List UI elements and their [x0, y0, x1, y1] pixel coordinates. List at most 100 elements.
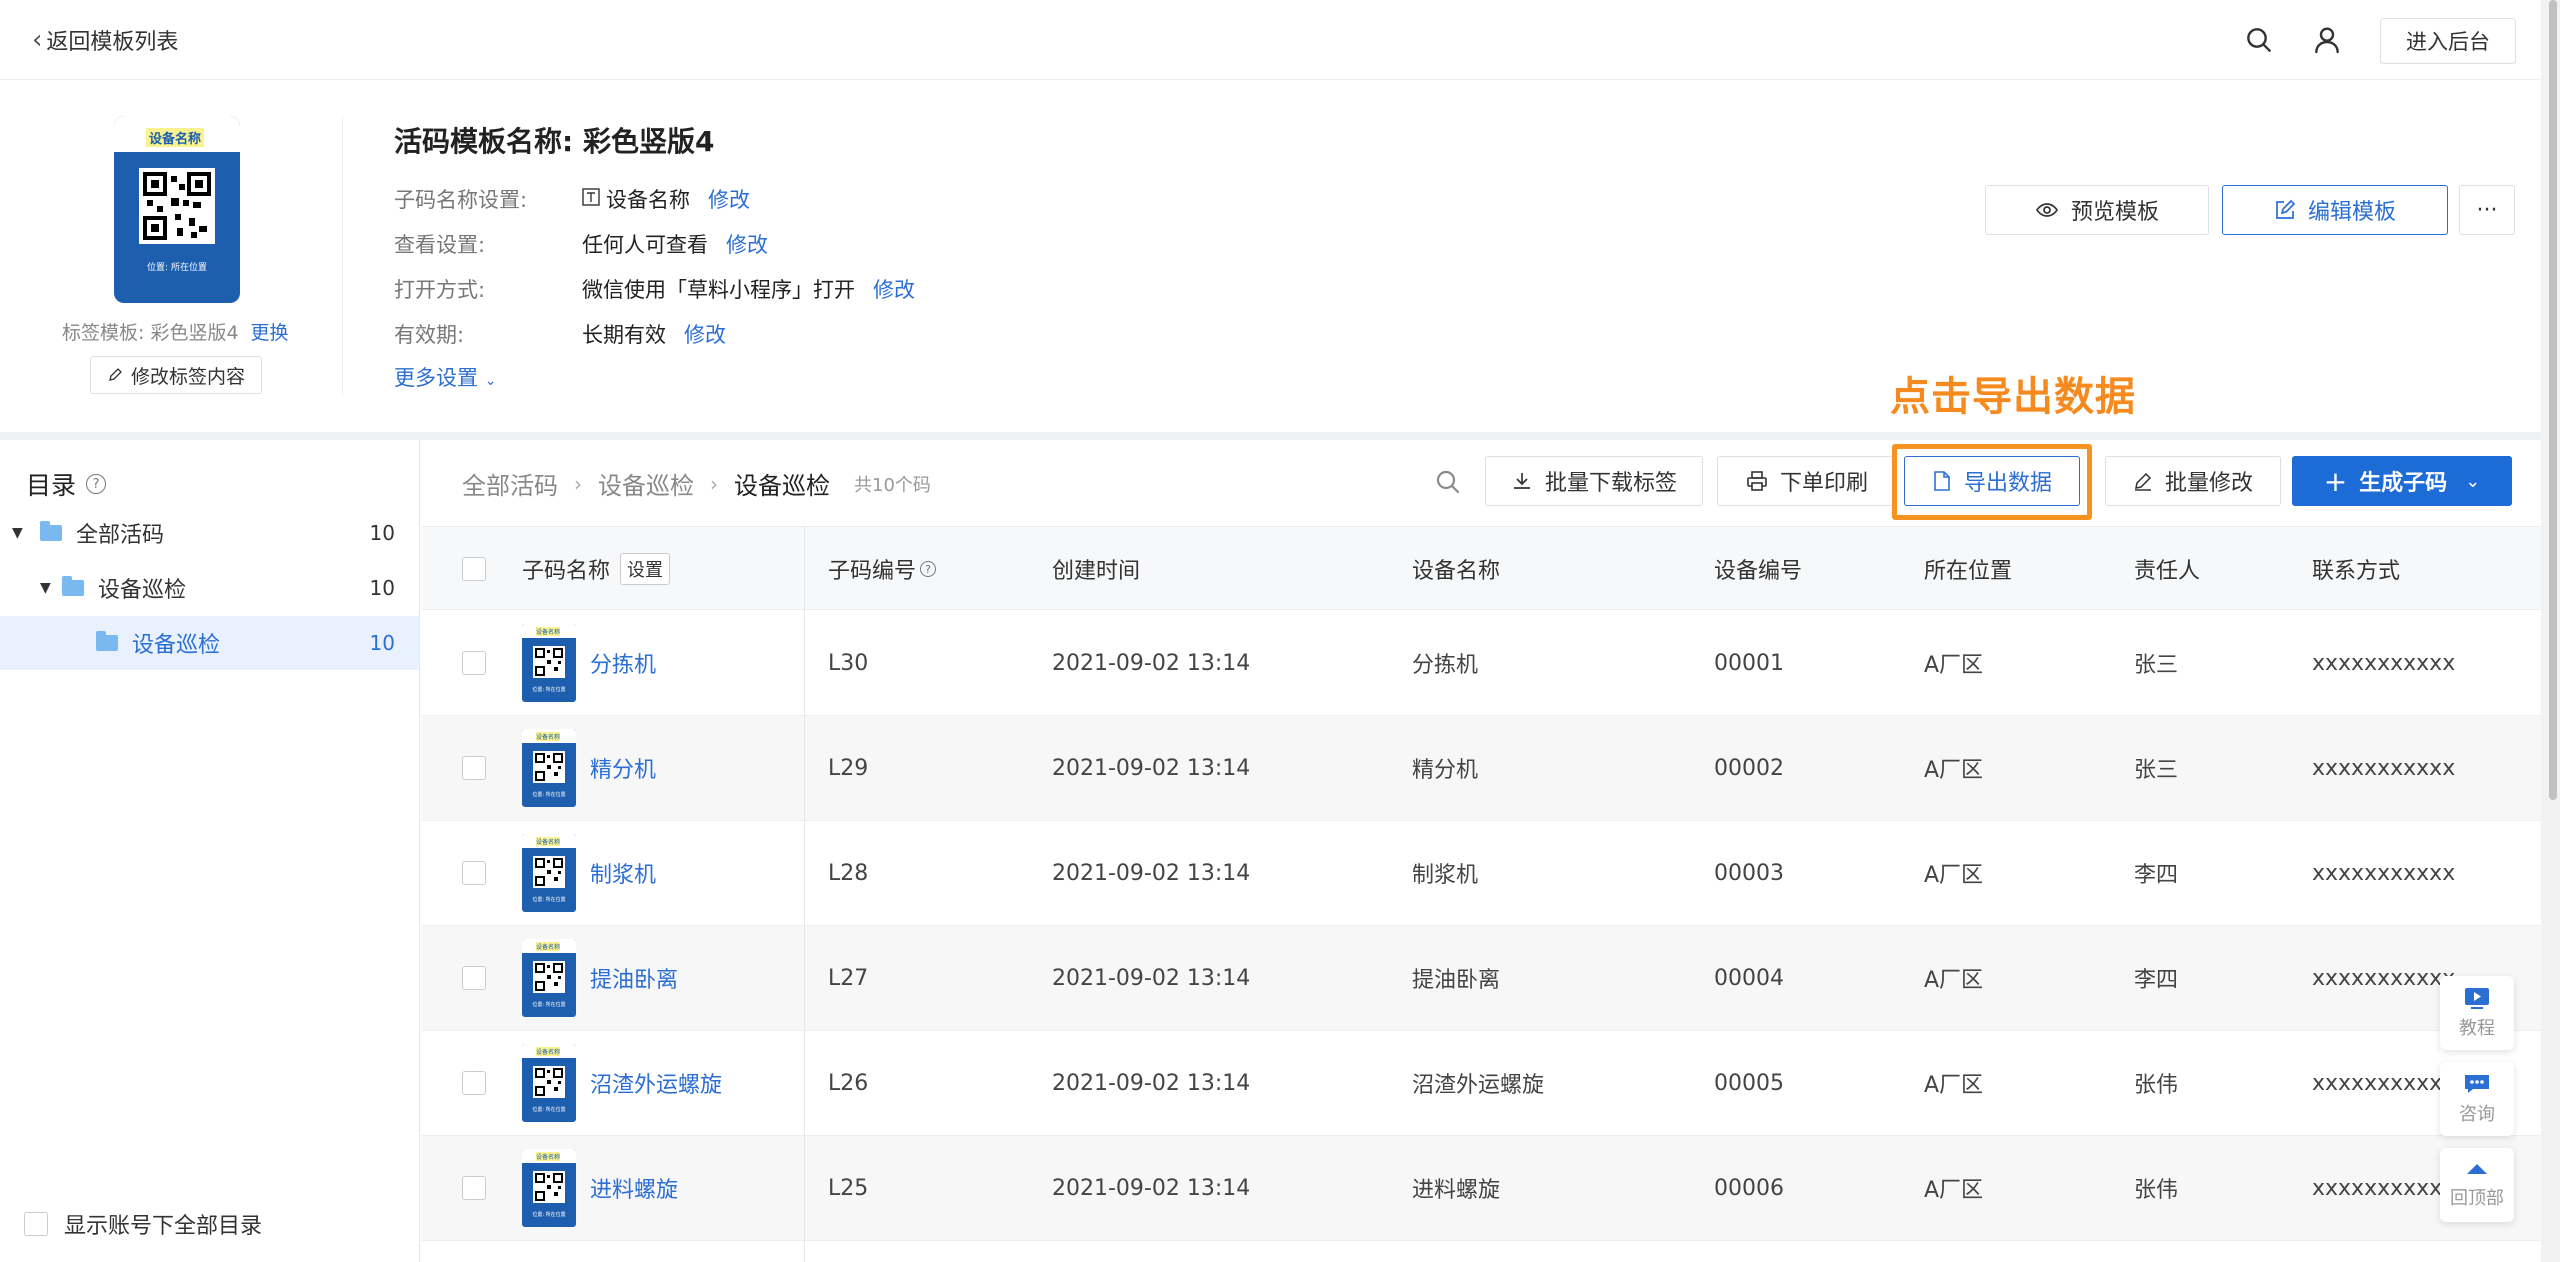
- help-icon[interactable]: ?: [920, 561, 937, 577]
- table-row[interactable]: 设备名称 位置: 所在位置 沼渣外运螺旋 L26 2021-09-02 13:14 沼渣外…: [422, 1031, 2541, 1136]
- template-name-title: 活码模板名称: 彩色竖版4: [394, 125, 715, 158]
- subcode-name-link[interactable]: 精分机: [590, 752, 656, 784]
- table-row[interactable]: 设备名称 位置: 所在位置 进料螺旋 L25 2021-09-02 13:14 进料螺旋 0…: [422, 1136, 2541, 1241]
- subcode-name-link[interactable]: 进料螺旋: [590, 1172, 678, 1204]
- video-icon: [2465, 988, 2489, 1009]
- column-header-name: 子码名称 设置: [522, 527, 671, 611]
- subcode-name-cell[interactable]: 设备名称 位置: 所在位置 制浆机: [522, 821, 656, 925]
- subcode-number-cell: L27: [828, 965, 869, 991]
- subcode-number-cell: L28: [828, 860, 869, 886]
- subcode-name-cell[interactable]: 设备名称 位置: 所在位置 沼渣外运螺旋: [522, 1031, 722, 1135]
- folder-icon: [96, 631, 118, 651]
- label-thumbnail: 设备名称 位置: 所在位置: [522, 834, 576, 912]
- more-options-button[interactable]: ···: [2459, 185, 2515, 235]
- search-icon[interactable]: [1432, 466, 1464, 498]
- column-setting-button[interactable]: 设置: [620, 553, 671, 585]
- caret-down-icon[interactable]: ▼: [40, 580, 56, 596]
- directory-sidebar: 目录 ? ▼ 全部活码 10 ▼ 设备巡检 10 设备巡检 10 显示账号下全部…: [0, 440, 420, 1262]
- created-time-cell: 2021-09-02 13:14: [1052, 1175, 1251, 1201]
- enter-backend-button[interactable]: 进入后台: [2380, 18, 2516, 64]
- chat-icon: [2465, 1075, 2489, 1093]
- label-thumbnail: 设备名称 位置: 所在位置: [522, 624, 576, 702]
- modify-validity-link[interactable]: 修改: [684, 319, 726, 349]
- back-to-top-button[interactable]: 回顶部: [2440, 1148, 2514, 1222]
- label-thumbnail: 设备名称 位置: 所在位置: [522, 729, 576, 807]
- edit-label-content-button[interactable]: 修改标签内容: [90, 356, 262, 394]
- subcode-name-cell[interactable]: 设备名称 位置: 所在位置 提油卧离: [522, 926, 678, 1030]
- order-print-button[interactable]: 下单印刷: [1717, 456, 1897, 506]
- row-checkbox[interactable]: [462, 1071, 486, 1095]
- more-settings-link[interactable]: 更多设置 ⌄: [394, 362, 496, 392]
- back-link-label: 返回模板列表: [46, 30, 179, 55]
- created-time-cell: 2021-09-02 13:14: [1052, 965, 1251, 991]
- back-to-template-list-link[interactable]: ‹ 返回模板列表: [32, 24, 178, 56]
- show-all-checkbox[interactable]: [24, 1212, 48, 1236]
- chevron-down-icon[interactable]: ⌄: [2465, 471, 2480, 492]
- subcode-name-link[interactable]: 制浆机: [590, 857, 656, 889]
- scrollbar-thumb[interactable]: [2549, 0, 2557, 800]
- template-thumbnail: 设备名称 位置: 所在位置: [114, 116, 240, 303]
- search-icon[interactable]: [2243, 24, 2275, 56]
- device-number-cell: 00002: [1714, 755, 1784, 781]
- column-header-contact: 联系方式: [2312, 559, 2401, 584]
- edit-label-content-label: 修改标签内容: [130, 365, 245, 388]
- select-all-checkbox[interactable]: [462, 557, 486, 581]
- subcode-name-link[interactable]: 沼渣外运螺旋: [590, 1067, 722, 1099]
- column-header-owner: 责任人: [2134, 559, 2201, 584]
- breadcrumb: 全部活码 › 设备巡检 › 设备巡检 共10个码: [462, 466, 931, 501]
- owner-cell: 张伟: [2134, 1073, 2179, 1098]
- modify-view-link[interactable]: 修改: [726, 229, 768, 259]
- plus-icon: +: [2323, 464, 2348, 498]
- show-all-directories-toggle[interactable]: 显示账号下全部目录: [24, 1208, 262, 1240]
- table-row[interactable]: 设备名称 位置: 所在位置 精分机 L29 2021-09-02 13:14 精分机 000…: [422, 716, 2541, 821]
- row-checkbox[interactable]: [462, 756, 486, 780]
- created-time-cell: 2021-09-02 13:14: [1052, 650, 1251, 676]
- generate-subcode-button[interactable]: + 生成子码 ⌄: [2292, 456, 2512, 506]
- folder-icon: [40, 521, 62, 541]
- change-template-link[interactable]: 更换: [251, 318, 289, 345]
- device-name-cell: 沼渣外运螺旋: [1412, 1073, 1545, 1098]
- contact-cell: xxxxxxxxxxx: [2312, 755, 2456, 781]
- batch-edit-button[interactable]: 批量修改: [2105, 456, 2281, 506]
- consult-button[interactable]: 咨询: [2440, 1062, 2514, 1136]
- row-checkbox[interactable]: [462, 651, 486, 675]
- modify-subcode-name-link[interactable]: 修改: [708, 184, 750, 214]
- device-number-cell: 00001: [1714, 650, 1784, 676]
- batch-download-labels-button[interactable]: 批量下载标签: [1485, 456, 1703, 506]
- table-row[interactable]: 设备名称 位置: 所在位置 制浆机 L28 2021-09-02 13:14 制浆机 000…: [422, 821, 2541, 926]
- tree-item-device-inspection[interactable]: ▼ 设备巡检 10: [0, 561, 419, 615]
- user-icon[interactable]: [2311, 24, 2343, 56]
- subcode-name-link[interactable]: 提油卧离: [590, 962, 678, 994]
- table-row[interactable]: 设备名称 位置: 所在位置 分拣机 L30 2021-09-02 13:14 分拣机 000…: [422, 611, 2541, 716]
- row-checkbox[interactable]: [462, 966, 486, 990]
- breadcrumb-item[interactable]: 设备巡检: [598, 466, 694, 501]
- modify-open-method-link[interactable]: 修改: [873, 274, 915, 304]
- pencil-icon: [109, 368, 122, 381]
- tree-item-device-inspection-sub[interactable]: 设备巡检 10: [0, 616, 419, 670]
- owner-cell: 张三: [2134, 653, 2179, 678]
- tutorial-button[interactable]: 教程: [2440, 976, 2514, 1050]
- table-row[interactable]: 设备名称 位置: 所在位置 提油卧离 L27 2021-09-02 13:14 提油卧离 0…: [422, 926, 2541, 1031]
- created-time-cell: 2021-09-02 13:14: [1052, 860, 1251, 886]
- preview-template-button[interactable]: 预览模板: [1985, 185, 2209, 235]
- help-icon[interactable]: ?: [86, 474, 107, 494]
- label-template-text: 标签模板: 彩色竖版4: [62, 322, 239, 344]
- contact-cell: xxxxxxxxxxx: [2312, 965, 2456, 991]
- row-checkbox[interactable]: [462, 861, 486, 885]
- subcode-name-cell[interactable]: 设备名称 位置: 所在位置 分拣机: [522, 611, 656, 715]
- contact-cell: xxxxxxxxxxx: [2312, 650, 2456, 676]
- qr-code-icon: [139, 168, 215, 244]
- location-cell: A厂区: [1924, 1178, 1984, 1203]
- edit-template-button[interactable]: 编辑模板: [2222, 185, 2448, 235]
- row-checkbox[interactable]: [462, 1176, 486, 1200]
- subcode-name-link[interactable]: 分拣机: [590, 647, 656, 679]
- location-cell: A厂区: [1924, 863, 1984, 888]
- label-template-line: 标签模板: 彩色竖版4 更换: [62, 318, 289, 345]
- tree-item-all-codes[interactable]: ▼ 全部活码 10: [0, 506, 419, 560]
- subcode-name-cell[interactable]: 设备名称 位置: 所在位置 精分机: [522, 716, 656, 820]
- qr-code-icon: [533, 751, 565, 783]
- label-thumbnail: 设备名称 位置: 所在位置: [522, 939, 576, 1017]
- breadcrumb-item[interactable]: 全部活码: [462, 466, 558, 501]
- caret-down-icon[interactable]: ▼: [12, 525, 28, 541]
- subcode-name-cell[interactable]: 设备名称 位置: 所在位置 进料螺旋: [522, 1136, 678, 1240]
